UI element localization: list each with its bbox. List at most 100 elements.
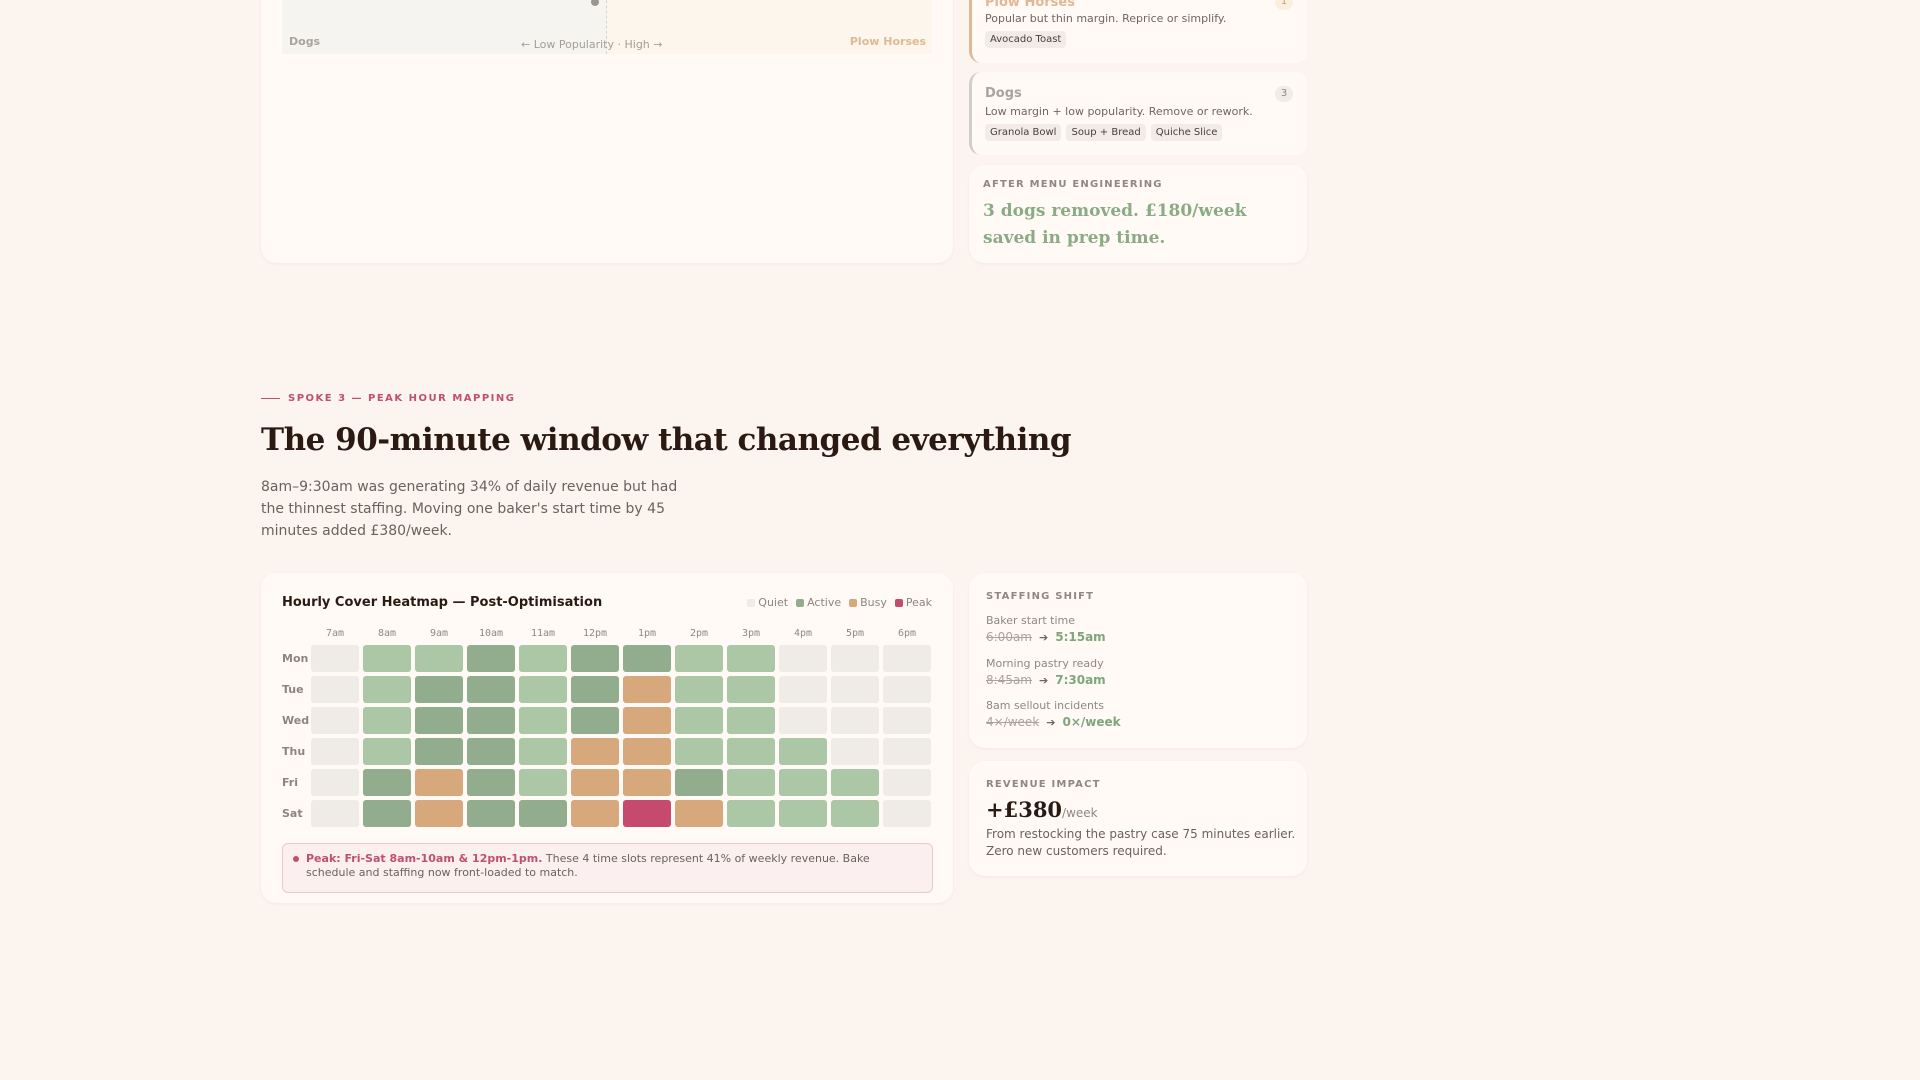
- heatmap-cell[interactable]: [571, 800, 619, 827]
- heatmap-cell[interactable]: [831, 738, 879, 765]
- heatmap-cell[interactable]: [675, 676, 723, 703]
- staff-new-value: 5:15am: [1055, 630, 1106, 644]
- staff-row-label: 8am sellout incidents: [986, 699, 1104, 712]
- heatmap-cell[interactable]: [883, 738, 931, 765]
- heatmap-cell[interactable]: [519, 645, 567, 672]
- revenue-value: +£380: [986, 797, 1063, 822]
- heatmap-cell[interactable]: [727, 769, 775, 796]
- heatmap-cell[interactable]: [779, 769, 827, 796]
- day-label: Fri: [282, 776, 299, 789]
- heatmap-cell[interactable]: [571, 676, 619, 703]
- heatmap-cell[interactable]: [571, 769, 619, 796]
- heatmap-cell[interactable]: [363, 707, 411, 734]
- heatmap-row: Wed: [282, 705, 933, 736]
- heatmap-cell[interactable]: [727, 738, 775, 765]
- heatmap-cell[interactable]: [467, 769, 515, 796]
- heatmap-cell[interactable]: [519, 707, 567, 734]
- heatmap-cell[interactable]: [415, 707, 463, 734]
- heatmap-cell[interactable]: [571, 707, 619, 734]
- heatmap-cell[interactable]: [311, 738, 359, 765]
- heatmap-cell[interactable]: [883, 769, 931, 796]
- heatmap-title: Hourly Cover Heatmap — Post-Optimisation: [282, 595, 603, 610]
- heatmap-cell[interactable]: [467, 800, 515, 827]
- heatmap-cell[interactable]: [415, 800, 463, 827]
- heatmap-cell[interactable]: [363, 645, 411, 672]
- heatmap-cell[interactable]: [831, 645, 879, 672]
- category-tags: Granola Bowl Soup + Bread Quiche Slice: [985, 124, 1223, 141]
- menu-item-tag[interactable]: Quiche Slice: [1150, 124, 1223, 141]
- category-description: Low margin + low popularity. Remove or r…: [985, 105, 1253, 118]
- heatmap-cell[interactable]: [467, 645, 515, 672]
- legend-label: Quiet: [758, 596, 789, 609]
- heatmap-cell[interactable]: [467, 707, 515, 734]
- heatmap-cell[interactable]: [467, 676, 515, 703]
- heatmap-cell[interactable]: [623, 800, 671, 827]
- heatmap-cell[interactable]: [831, 800, 879, 827]
- revenue-impact-card: REVENUE IMPACT +£380 /week From restocki…: [969, 761, 1307, 876]
- menu-item-tag[interactable]: Soup + Bread: [1066, 124, 1146, 141]
- heatmap-cell[interactable]: [311, 800, 359, 827]
- hour-label: 5pm: [845, 628, 865, 639]
- heatmap-cell[interactable]: [727, 645, 775, 672]
- heatmap-cell[interactable]: [883, 645, 931, 672]
- legend-item-busy: Busy: [849, 596, 887, 609]
- heatmap-cell[interactable]: [311, 645, 359, 672]
- heatmap-cell[interactable]: [363, 769, 411, 796]
- heatmap-cell[interactable]: [311, 769, 359, 796]
- heatmap-cell[interactable]: [519, 676, 567, 703]
- heatmap-cell[interactable]: [519, 800, 567, 827]
- legend-swatch: [894, 598, 903, 607]
- heatmap-cell[interactable]: [415, 769, 463, 796]
- heatmap-cell[interactable]: [311, 676, 359, 703]
- heatmap-cell[interactable]: [415, 645, 463, 672]
- popularity-axis-label: ← Low Popularity · High →: [521, 38, 663, 51]
- heatmap-cell[interactable]: [727, 676, 775, 703]
- heatmap-cell[interactable]: [883, 707, 931, 734]
- heatmap-cell[interactable]: [727, 707, 775, 734]
- menu-item-tag[interactable]: Avocado Toast: [985, 31, 1067, 48]
- heatmap-cell[interactable]: [415, 738, 463, 765]
- heatmap-cell[interactable]: [675, 769, 723, 796]
- heatmap-cell[interactable]: [623, 676, 671, 703]
- hour-label: 3pm: [741, 628, 761, 639]
- heatmap-cell[interactable]: [467, 738, 515, 765]
- heatmap-cell[interactable]: [571, 645, 619, 672]
- heatmap-row: Fri: [282, 767, 933, 798]
- menu-item-tag[interactable]: Granola Bowl: [985, 124, 1062, 141]
- heatmap-cell[interactable]: [831, 676, 879, 703]
- category-title: Plow Horses: [985, 0, 1075, 10]
- heatmap-cell[interactable]: [779, 800, 827, 827]
- heatmap-cell[interactable]: [363, 800, 411, 827]
- heatmap-cell[interactable]: [727, 800, 775, 827]
- hour-label: 11am: [530, 628, 556, 639]
- heatmap-cell[interactable]: [623, 707, 671, 734]
- heatmap-grid: 7am 8am 9am 10am 11am 12pm 1pm 2pm 3pm 4pm 5pm 6pm M…: [282, 628, 933, 829]
- day-label: Thu: [282, 745, 306, 758]
- heatmap-cell[interactable]: [519, 738, 567, 765]
- heatmap-cell[interactable]: [779, 738, 827, 765]
- heatmap-cell[interactable]: [571, 738, 619, 765]
- heatmap-cell[interactable]: [623, 645, 671, 672]
- heatmap-cell[interactable]: [675, 738, 723, 765]
- heatmap-cell[interactable]: [779, 645, 827, 672]
- heatmap-cell[interactable]: [883, 800, 931, 827]
- heatmap-cell[interactable]: [779, 676, 827, 703]
- heatmap-cell[interactable]: [363, 676, 411, 703]
- heatmap-cell[interactable]: [623, 769, 671, 796]
- category-card-dogs: Dogs 3 Low margin + low popularity. Remo…: [969, 72, 1307, 155]
- revenue-label: REVENUE IMPACT: [986, 779, 1101, 790]
- heatmap-cell[interactable]: [831, 707, 879, 734]
- heatmap-cell[interactable]: [883, 676, 931, 703]
- legend-item-active: Active: [796, 596, 841, 609]
- heatmap-cell[interactable]: [415, 676, 463, 703]
- heatmap-cell[interactable]: [675, 645, 723, 672]
- heatmap-cell[interactable]: [831, 769, 879, 796]
- heatmap-cell[interactable]: [311, 707, 359, 734]
- heatmap-cell[interactable]: [675, 800, 723, 827]
- hour-label: 2pm: [689, 628, 709, 639]
- heatmap-cell[interactable]: [675, 707, 723, 734]
- heatmap-cell[interactable]: [519, 769, 567, 796]
- heatmap-cell[interactable]: [363, 738, 411, 765]
- heatmap-cell[interactable]: [623, 738, 671, 765]
- heatmap-cell[interactable]: [779, 707, 827, 734]
